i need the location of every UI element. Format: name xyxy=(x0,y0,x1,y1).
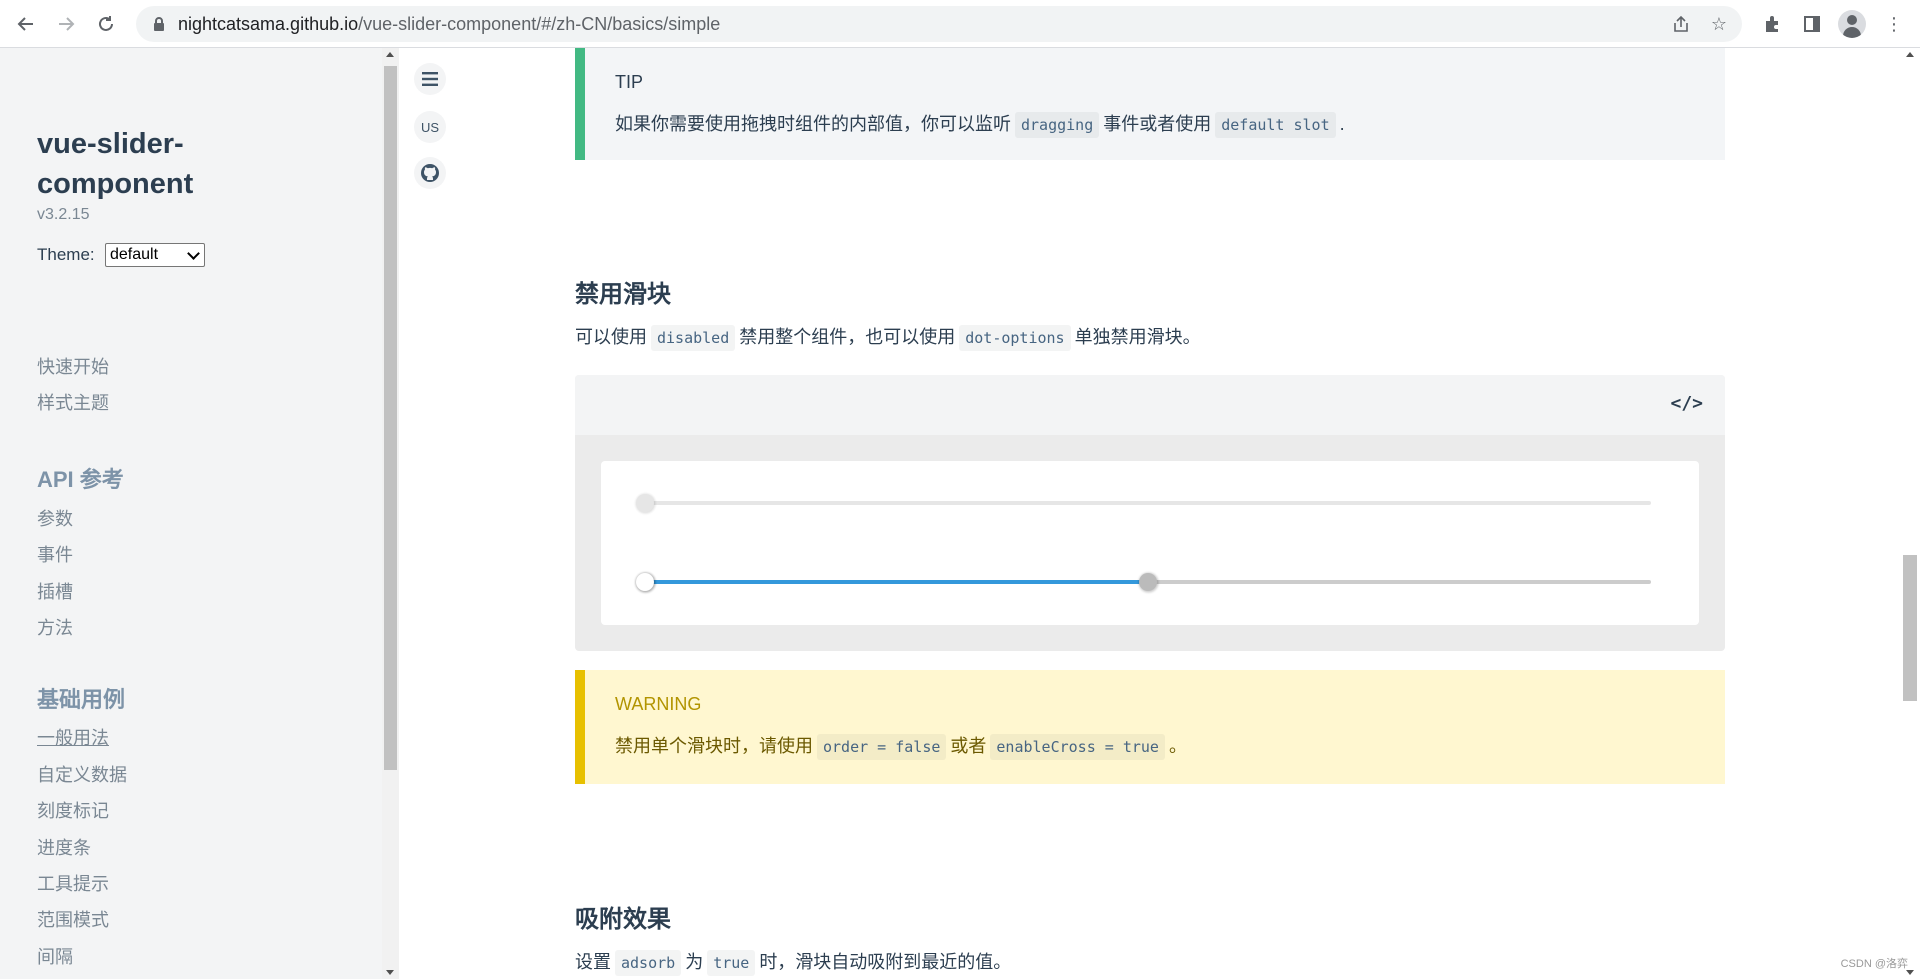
sidebar-item-themes[interactable]: 样式主题 xyxy=(37,389,109,415)
adsorb-description: 设置 adsorb 为 true 时，滑块自动吸附到最近的值。 xyxy=(575,948,1011,976)
site-title[interactable]: vue-slider-component xyxy=(37,124,337,204)
main-content: TIP 如果你需要使用拖拽时组件的内部值，你可以监听 dragging 事件或者使用… xyxy=(400,48,1900,979)
heading-disable: 禁用滑块 xyxy=(575,281,671,308)
sidebar-scrollbar[interactable] xyxy=(382,48,399,979)
code-enablecross-true: enableCross = true xyxy=(990,734,1165,760)
slider-range-dot-start[interactable] xyxy=(636,573,654,591)
scroll-up-arrow-icon[interactable] xyxy=(386,52,394,57)
sidebar-item-custom-data[interactable]: 自定义数据 xyxy=(37,761,127,787)
demo-block: </> xyxy=(575,375,1725,651)
sidebar-item-props[interactable]: 参数 xyxy=(37,505,73,531)
version-label: v3.2.15 xyxy=(37,206,90,223)
sidebar-item-range[interactable]: 范围模式 xyxy=(37,906,109,932)
theme-select[interactable]: default xyxy=(105,243,205,267)
sidebar-scroll-thumb[interactable] xyxy=(384,66,397,770)
share-icon[interactable] xyxy=(1670,13,1692,35)
page-scrollbar[interactable] xyxy=(1900,48,1920,979)
slider-range-rail[interactable] xyxy=(636,573,1651,591)
disable-description: 可以使用 disabled 禁用整个组件，也可以使用 dot-options 单独禁用滑… xyxy=(575,323,1201,351)
warning-box: WARNING 禁用单个滑块时，请使用 order = false 或者 enable… xyxy=(575,670,1725,784)
warning-text: 禁用单个滑块时，请使用 order = false 或者 enableCross = … xyxy=(615,732,1187,760)
sidebar-item-events[interactable]: 事件 xyxy=(37,541,73,567)
tip-box: TIP 如果你需要使用拖拽时组件的内部值，你可以监听 dragging 事件或者使用… xyxy=(575,48,1725,160)
sidebar-item-simple[interactable]: 一般用法 xyxy=(37,724,109,750)
browser-toolbar: nightcatsama.github.io/vue-slider-compon… xyxy=(0,0,1920,48)
slider-disabled-dot xyxy=(636,494,654,512)
lock-icon[interactable] xyxy=(150,15,168,33)
demo-header: </> xyxy=(575,375,1725,435)
scroll-down-arrow-icon[interactable] xyxy=(386,970,394,975)
sidebar: vue-slider-component v3.2.15 Theme: defa… xyxy=(0,48,382,979)
sidebar-item-slots[interactable]: 插槽 xyxy=(37,578,73,604)
code-adsorb: adsorb xyxy=(615,950,682,976)
sidebar-item-quickstart[interactable]: 快速开始 xyxy=(37,353,109,379)
forward-icon[interactable] xyxy=(54,12,78,36)
code-default-slot: default slot xyxy=(1215,112,1336,138)
reload-icon[interactable] xyxy=(94,12,118,36)
menu-kebab-icon[interactable]: ⋮ xyxy=(1882,12,1906,36)
tip-text: 如果你需要使用拖拽时组件的内部值，你可以监听 dragging 事件或者使用 defa… xyxy=(615,110,1345,138)
slider-range-process xyxy=(645,580,1148,584)
address-bar[interactable]: nightcatsama.github.io/vue-slider-compon… xyxy=(136,6,1742,42)
code-order-false: order = false xyxy=(817,734,947,760)
side-panel-icon[interactable] xyxy=(1800,12,1824,36)
sidebar-group-basics: 基础用例 xyxy=(37,687,126,712)
bookmark-star-icon[interactable]: ☆ xyxy=(1708,13,1730,35)
code-dragging: dragging xyxy=(1015,112,1100,138)
code-toggle-icon[interactable]: </> xyxy=(1670,393,1703,414)
heading-adsorb: 吸附效果 xyxy=(575,906,671,933)
watermark: CSDN @洛弈 xyxy=(1840,958,1908,970)
page-scroll-up-icon[interactable] xyxy=(1906,52,1914,57)
page-scroll-thumb[interactable] xyxy=(1903,555,1917,701)
demo-area xyxy=(601,461,1699,625)
warning-title: WARNING xyxy=(615,694,702,714)
sidebar-item-methods[interactable]: 方法 xyxy=(37,614,73,640)
theme-select-value: default xyxy=(110,246,159,263)
slider-range-dot-end-disabled xyxy=(1139,573,1157,591)
sidebar-group-api: API 参考 xyxy=(37,467,124,492)
sidebar-item-interval[interactable]: 间隔 xyxy=(37,943,73,969)
url-text[interactable]: nightcatsama.github.io/vue-slider-compon… xyxy=(178,15,720,33)
sidebar-item-marks[interactable]: 刻度标记 xyxy=(37,797,109,823)
sidebar-item-tooltip[interactable]: 工具提示 xyxy=(37,870,109,896)
code-dot-options: dot-options xyxy=(959,325,1071,351)
theme-label: Theme: xyxy=(37,245,95,264)
slider-disabled-rail xyxy=(636,494,1651,512)
back-icon[interactable] xyxy=(14,12,38,36)
sidebar-item-process[interactable]: 进度条 xyxy=(37,834,91,860)
tip-title: TIP xyxy=(615,72,644,92)
code-true: true xyxy=(707,950,756,976)
chevron-down-icon xyxy=(187,247,200,260)
profile-avatar[interactable] xyxy=(1838,10,1866,38)
code-disabled: disabled xyxy=(651,325,736,351)
extensions-icon[interactable] xyxy=(1760,12,1784,36)
